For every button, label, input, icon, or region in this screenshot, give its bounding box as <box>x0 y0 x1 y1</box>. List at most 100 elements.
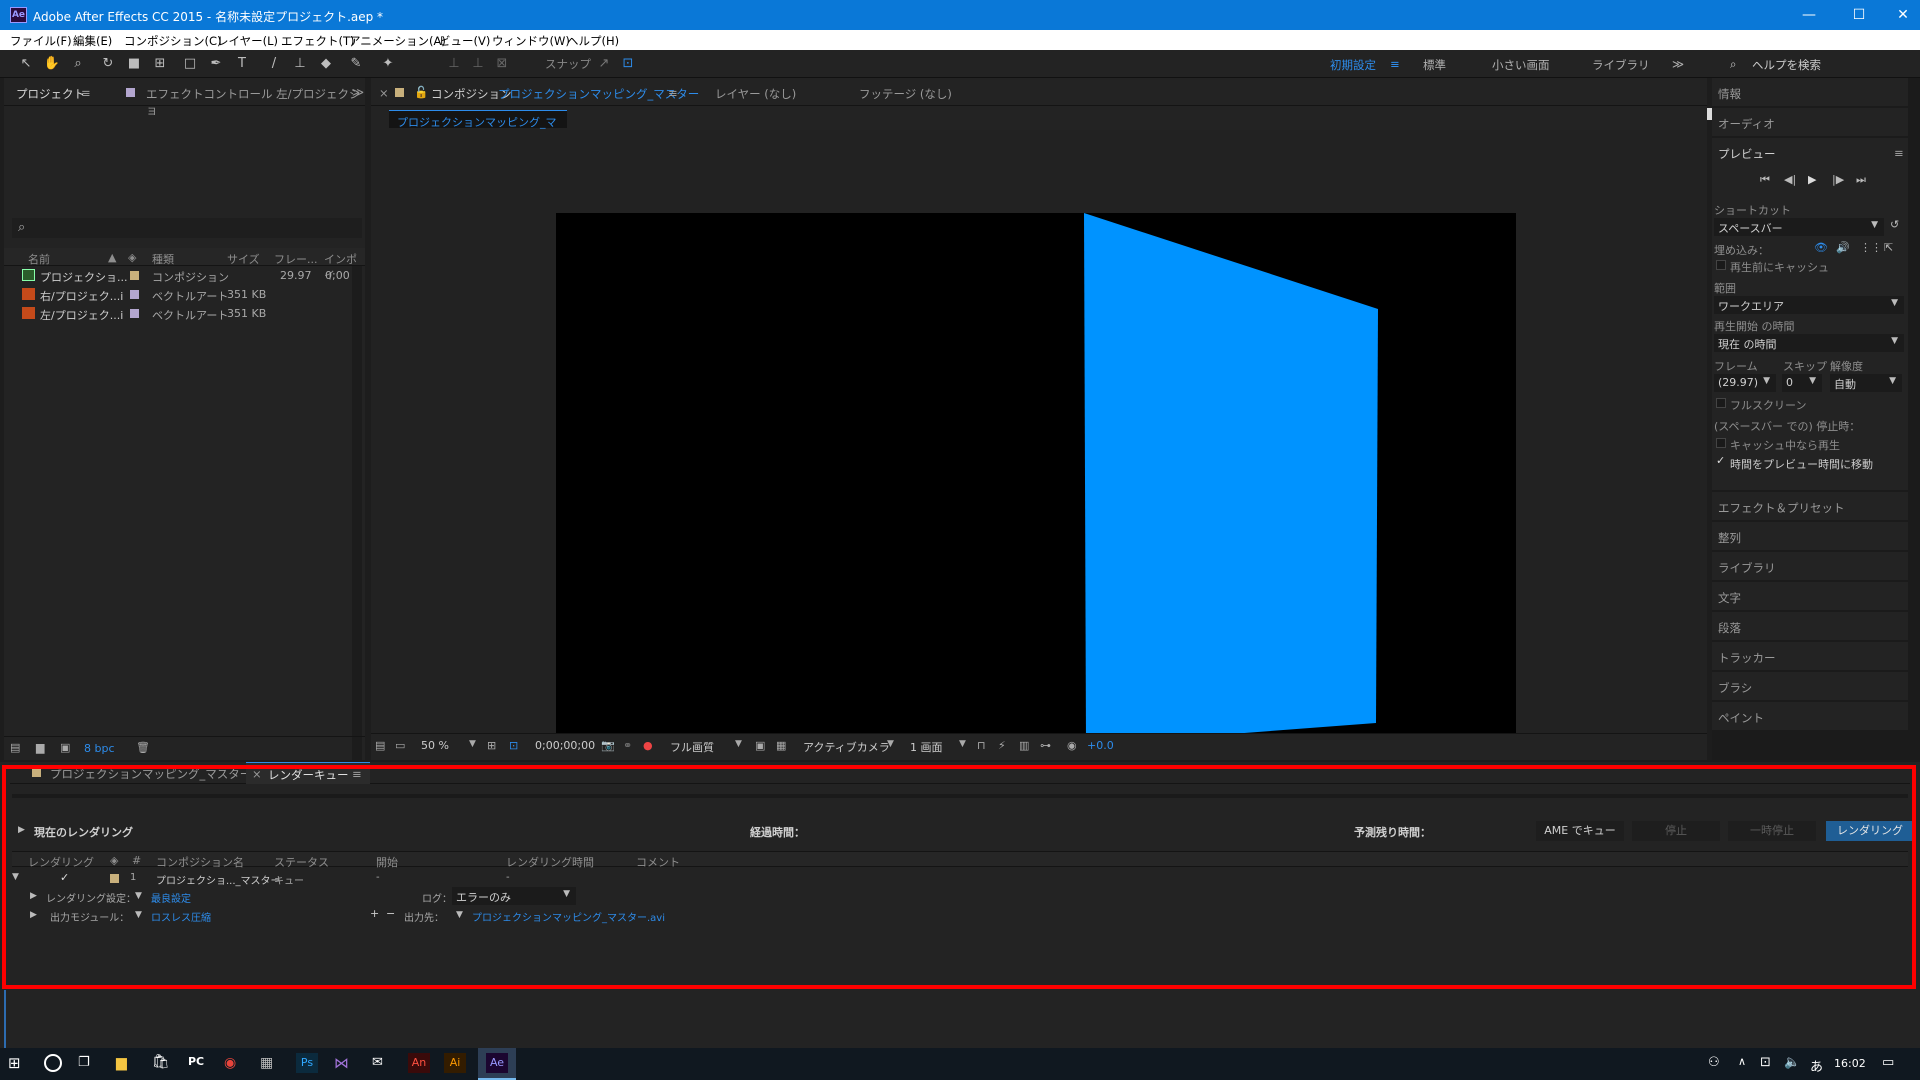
panel-libraries[interactable]: ライブラリ <box>1712 552 1908 580</box>
zoom-chevron-down-icon[interactable]: ▼ <box>469 739 476 749</box>
workspace-more[interactable]: ≫ <box>1672 57 1684 71</box>
expand-down-icon[interactable]: ▼ <box>12 872 19 882</box>
panel-audio[interactable]: オーディオ <box>1712 108 1908 136</box>
menu-layer[interactable]: レイヤー(L) <box>217 33 278 49</box>
illustrator-icon[interactable]: Ai <box>444 1053 466 1073</box>
views-dropdown[interactable]: 1 画面 <box>910 739 943 755</box>
cache-before-checkbox[interactable] <box>1716 260 1726 270</box>
output-to-value[interactable]: プロジェクションマッピング_マスター.avi <box>472 909 665 924</box>
include-audio-speaker-icon[interactable]: 🔊 <box>1836 241 1850 254</box>
windows-start-icon[interactable]: ⊞ <box>8 1054 28 1074</box>
after-effects-taskbar-button[interactable]: Ae <box>478 1048 516 1080</box>
col-type[interactable]: 種類 <box>152 251 174 267</box>
search-circle-icon[interactable] <box>44 1054 62 1072</box>
workspace-default[interactable]: 初期設定 <box>1330 57 1376 73</box>
interpret-footage-icon[interactable]: ▤ <box>10 741 20 754</box>
region-of-interest-icon[interactable]: ⊡ <box>509 739 518 752</box>
render-queue-item[interactable]: ▼ ✓ 1 プロジェクショ..._マスター キュー - - <box>12 870 1908 888</box>
panel-brushes[interactable]: ブラシ <box>1712 672 1908 700</box>
panel-tracker[interactable]: トラッカー <box>1712 642 1908 670</box>
next-frame-icon[interactable]: |▶ <box>1832 173 1844 186</box>
frame-rate-dropdown[interactable]: (29.97) ▼ <box>1714 374 1776 392</box>
lock-icon[interactable]: 🔓 <box>414 85 428 99</box>
axis-local-icon[interactable]: ⊥ <box>444 54 464 74</box>
rq-tab-menu-icon[interactable]: ≡ <box>352 767 362 781</box>
tab-layer[interactable]: レイヤー (なし) <box>715 86 796 102</box>
comp-canvas[interactable] <box>556 213 1516 753</box>
col-render[interactable]: レンダリング <box>28 854 94 870</box>
include-overlays-icon[interactable]: ⋮⋮ <box>1860 241 1882 254</box>
help-search-input[interactable]: ヘルプを検索 <box>1752 57 1821 73</box>
blue-solid-layer[interactable] <box>556 213 1516 753</box>
panel-effects-presets[interactable]: エフェクト＆プリセット <box>1712 492 1908 520</box>
start-dropdown[interactable]: 現在 の時間 ▼ <box>1714 334 1904 352</box>
brush-tool-icon[interactable]: / <box>264 54 284 74</box>
col-status[interactable]: ステータス <box>274 854 329 870</box>
output-module-value[interactable]: ロスレス圧縮 <box>151 909 211 924</box>
reset-icon[interactable]: ↺ <box>1890 218 1899 231</box>
chrome-icon[interactable]: ◉ <box>224 1055 236 1071</box>
preview-menu-icon[interactable]: ≡ <box>1894 146 1904 160</box>
col-fps[interactable]: フレー... <box>274 251 318 267</box>
last-frame-icon[interactable]: ⏭ <box>1856 173 1866 187</box>
toggle-mask-icon[interactable]: ▣ <box>755 739 765 752</box>
timecode-display[interactable]: 0;00;00;00 <box>535 739 595 752</box>
first-frame-icon[interactable]: ⏮ <box>1760 173 1770 187</box>
maximize-button[interactable]: ☐ <box>1836 0 1882 30</box>
network-icon[interactable]: ⊡ <box>1760 1055 1771 1070</box>
stop-button[interactable]: 停止 <box>1632 821 1720 841</box>
col-comment[interactable]: コメント <box>636 854 680 870</box>
camera-tool-icon[interactable]: ■ <box>124 54 144 74</box>
move-time-checkbox[interactable]: ✓ <box>1716 454 1725 467</box>
col-size[interactable]: サイズ <box>227 251 260 267</box>
transparency-grid-icon[interactable]: ▦ <box>776 739 786 752</box>
store-icon[interactable]: 🛍 <box>152 1054 170 1070</box>
render-settings-value[interactable]: 最良設定 <box>151 890 191 905</box>
resolution-dropdown[interactable]: 自動 ▼ <box>1830 374 1902 392</box>
quality-chevron-down-icon[interactable]: ▼ <box>735 739 742 749</box>
panel-paragraph[interactable]: 段落 <box>1712 612 1908 640</box>
previous-frame-icon[interactable]: ◀| <box>1784 173 1796 186</box>
ime-indicator[interactable]: あ <box>1810 1056 1823 1075</box>
puppet-pin-tool-icon[interactable]: ✦ <box>378 54 398 74</box>
file-explorer-icon[interactable]: ▆ <box>116 1055 127 1071</box>
close-tab-icon[interactable]: × <box>252 767 262 781</box>
cache-play-checkbox[interactable] <box>1716 438 1726 448</box>
pan-behind-tool-icon[interactable]: ⊞ <box>150 54 170 74</box>
tab-footage[interactable]: フッテージ (なし) <box>859 86 952 102</box>
output-to-chevron-down-icon[interactable]: ▼ <box>456 910 463 920</box>
eraser-tool-icon[interactable]: ◆ <box>316 54 336 74</box>
panel-info[interactable]: 情報 <box>1712 78 1908 106</box>
tab-effect-controls[interactable]: エフェクトコントロール 左/プロジェクショ <box>146 86 365 118</box>
visual-studio-icon[interactable]: ⋈ <box>334 1054 349 1072</box>
col-start[interactable]: 開始 <box>376 854 398 870</box>
workspace-libraries[interactable]: ライブラリ <box>1592 57 1650 73</box>
remove-output-minus-icon[interactable]: − <box>386 907 395 920</box>
project-row[interactable]: 左/プロジェク...i ベクトルアート 351 KB <box>4 304 354 323</box>
pause-button[interactable]: 一時停止 <box>1728 821 1816 841</box>
render-settings-chevron-down-icon[interactable]: ▼ <box>135 891 142 901</box>
views-chevron-down-icon[interactable]: ▼ <box>959 739 966 749</box>
project-search-field[interactable]: ⌕ <box>12 218 362 238</box>
queue-in-ame-button[interactable]: AME でキュー <box>1536 821 1624 841</box>
camera-dropdown[interactable]: アクティブカメラ <box>803 739 890 755</box>
skip-dropdown[interactable]: 0 ▼ <box>1782 374 1822 392</box>
snapshot-camera-icon[interactable]: 📷 <box>601 739 615 752</box>
col-number[interactable]: # <box>132 854 141 867</box>
fullscreen-checkbox[interactable] <box>1716 398 1726 408</box>
pen-tool-icon[interactable]: ✒ <box>206 54 226 74</box>
project-row[interactable]: 右/プロジェク...i ベクトルアート 351 KB <box>4 285 354 304</box>
delete-trash-icon[interactable]: 🗑 <box>136 741 150 754</box>
rotate-tool-icon[interactable]: ↻ <box>98 54 118 74</box>
snap-target-icon[interactable]: ⊡ <box>618 54 638 74</box>
new-folder-icon[interactable]: ▆ <box>36 741 44 754</box>
sort-ascending-icon[interactable]: ▲ <box>108 251 116 264</box>
menu-composition[interactable]: コンポジション(C) <box>124 33 222 49</box>
photoshop-icon[interactable]: Ps <box>296 1053 318 1073</box>
log-dropdown[interactable]: エラーのみ ▼ <box>452 887 576 905</box>
include-video-eye-icon[interactable]: 👁 <box>1814 241 1828 254</box>
breadcrumb[interactable]: プロジェクションマッピング_マスター <box>389 110 567 145</box>
fast-preview-icon[interactable]: ⚡ <box>998 739 1006 752</box>
project-tab-menu-icon[interactable]: ≡ <box>81 86 91 100</box>
panel-more-icon[interactable]: ≫ <box>352 85 364 99</box>
